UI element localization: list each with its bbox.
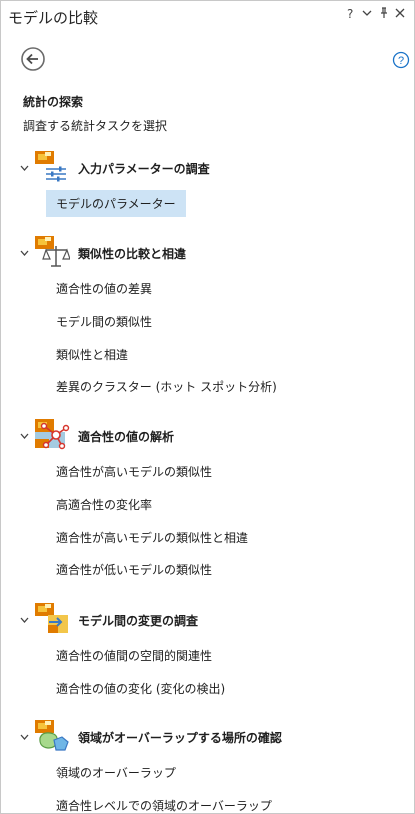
network-graph-icon [34, 417, 70, 453]
chevron-down-icon[interactable] [20, 731, 29, 744]
list-item-model-parameters[interactable]: モデルのパラメーター [46, 190, 186, 217]
svg-text:?: ? [398, 55, 404, 67]
sliders-icon [34, 149, 70, 185]
section-heading: 統計の探索 [23, 95, 84, 109]
list-item[interactable]: 類似性と相違 [56, 346, 128, 363]
group-title: 領域がオーバーラップする場所の確認 [78, 731, 282, 745]
balance-scale-icon [34, 234, 71, 270]
list-item[interactable]: 適合性の値の差異 [56, 280, 152, 297]
list-item[interactable]: 差異のクラスター (ホット スポット分析) [56, 378, 277, 395]
change-arrow-icon [34, 601, 70, 637]
overlap-icon [34, 718, 70, 754]
chevron-down-icon[interactable] [20, 162, 29, 175]
list-item[interactable]: 適合性の値間の空間的関連性 [56, 647, 212, 664]
list-item[interactable]: 適合性の値の変化 (変化の検出) [56, 680, 225, 697]
group-title: 入力パラメーターの調査 [78, 162, 210, 176]
options-chevron-icon[interactable] [362, 7, 372, 21]
list-item[interactable]: 適合性が高いモデルの類似性と相違 [56, 529, 248, 546]
list-item[interactable]: 適合性レベルでの領域のオーバーラップ [56, 797, 272, 814]
back-arrow-icon[interactable] [20, 46, 46, 72]
list-item[interactable]: 適合性が低いモデルの類似性 [56, 561, 212, 578]
chevron-down-icon[interactable] [20, 614, 29, 627]
list-item[interactable]: 適合性が高いモデルの類似性 [56, 463, 212, 480]
list-item[interactable]: モデル間の類似性 [56, 313, 152, 330]
pin-icon[interactable] [379, 7, 389, 22]
group-title: モデル間の変更の調査 [78, 614, 199, 628]
help-circle-icon[interactable]: ? [392, 51, 410, 69]
pane-title-bar: モデルの比較 ? [1, 1, 414, 33]
chevron-down-icon[interactable] [20, 247, 29, 260]
group-title: 類似性の比較と相違 [78, 247, 187, 261]
chevron-down-icon[interactable] [20, 430, 29, 443]
section-subheading: 調査する統計タスクを選択 [23, 119, 168, 133]
pane-title: モデルの比較 [8, 9, 99, 27]
list-item[interactable]: 高適合性の変化率 [56, 496, 152, 513]
close-icon[interactable] [395, 7, 405, 21]
group-title: 適合性の値の解析 [78, 430, 175, 444]
help-button[interactable]: ? [347, 7, 353, 21]
list-item[interactable]: 領域のオーバーラップ [56, 764, 176, 781]
